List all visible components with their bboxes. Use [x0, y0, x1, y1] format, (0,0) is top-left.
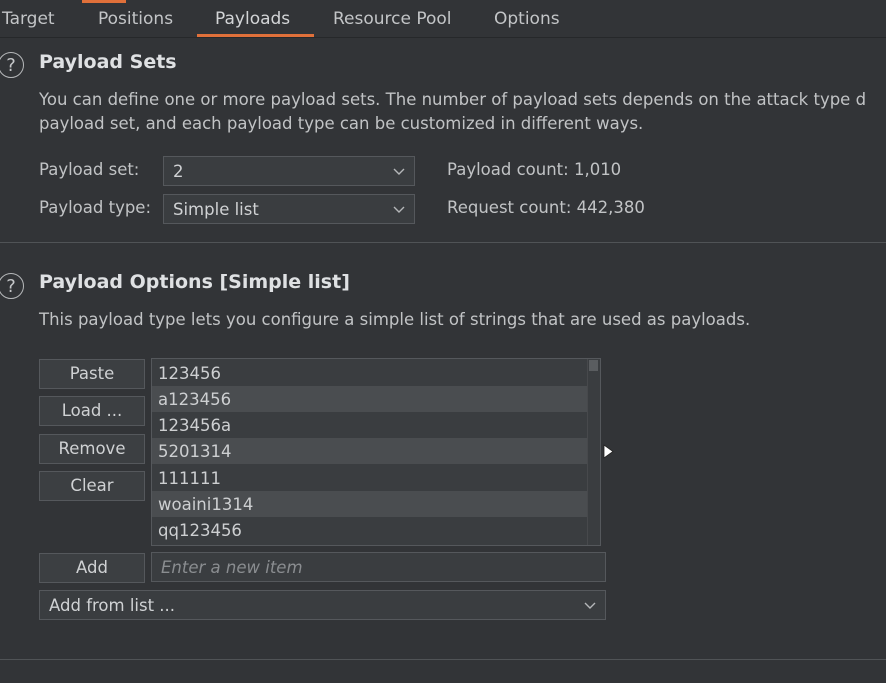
payload-count: Payload count: 1,010	[447, 160, 622, 179]
mouse-pointer-icon	[603, 444, 614, 459]
payload-options-description: This payload type lets you configure a s…	[39, 310, 751, 329]
chevron-down-icon	[584, 602, 596, 609]
payload-type-value: Simple list	[173, 200, 259, 219]
list-item[interactable]: 123456a	[152, 412, 588, 438]
list-item[interactable]: a123456	[152, 386, 588, 412]
new-item-input[interactable]	[152, 553, 605, 581]
section-divider	[0, 659, 886, 660]
add-from-list-value: Add from list ...	[49, 596, 176, 615]
add-button[interactable]: Add	[39, 553, 145, 583]
payload-set-value: 2	[173, 162, 184, 181]
active-tab-indicator	[197, 34, 314, 37]
tab-resource-pool[interactable]: Resource Pool	[333, 0, 452, 37]
tab-options[interactable]: Options	[494, 0, 560, 37]
request-count: Request count: 442,380	[447, 198, 645, 217]
help-circle-icon[interactable]: ?	[0, 52, 24, 78]
paste-button[interactable]: Paste	[39, 359, 145, 389]
payload-options-title: Payload Options [Simple list]	[39, 271, 350, 293]
payload-sets-title: Payload Sets	[39, 51, 177, 73]
payload-set-label: Payload set:	[39, 160, 140, 179]
list-scrollbar[interactable]	[587, 359, 600, 545]
clear-button[interactable]: Clear	[39, 471, 145, 501]
chevron-down-icon	[393, 206, 405, 213]
payload-list[interactable]: 123456 a123456 123456a 5201314 111111 wo…	[151, 358, 601, 546]
list-item[interactable]: 5201314	[152, 438, 588, 464]
payload-sets-description-line2: payload set, and each payload type can b…	[39, 114, 644, 133]
chevron-down-icon	[393, 168, 405, 175]
list-item[interactable]: 123456	[152, 360, 588, 386]
scrollbar-thumb[interactable]	[589, 360, 598, 371]
tab-target[interactable]: Target	[2, 0, 55, 37]
tab-payloads[interactable]: Payloads	[215, 0, 290, 37]
add-from-list-select[interactable]: Add from list ...	[39, 590, 606, 620]
payload-type-select[interactable]: Simple list	[163, 194, 415, 224]
payload-type-label: Payload type:	[39, 198, 152, 217]
list-item[interactable]: woaini1314	[152, 491, 588, 517]
tab-positions[interactable]: Positions	[98, 0, 173, 37]
payload-set-select[interactable]: 2	[163, 156, 415, 186]
load-button[interactable]: Load ...	[39, 396, 145, 426]
list-item[interactable]: qq123456	[152, 517, 588, 543]
section-divider	[0, 242, 886, 243]
payload-sets-description-line1: You can define one or more payload sets.…	[39, 90, 867, 109]
remove-button[interactable]: Remove	[39, 434, 145, 464]
help-circle-icon[interactable]: ?	[0, 273, 24, 299]
list-item[interactable]: 111111	[152, 465, 588, 491]
new-item-input-wrapper	[151, 552, 606, 582]
